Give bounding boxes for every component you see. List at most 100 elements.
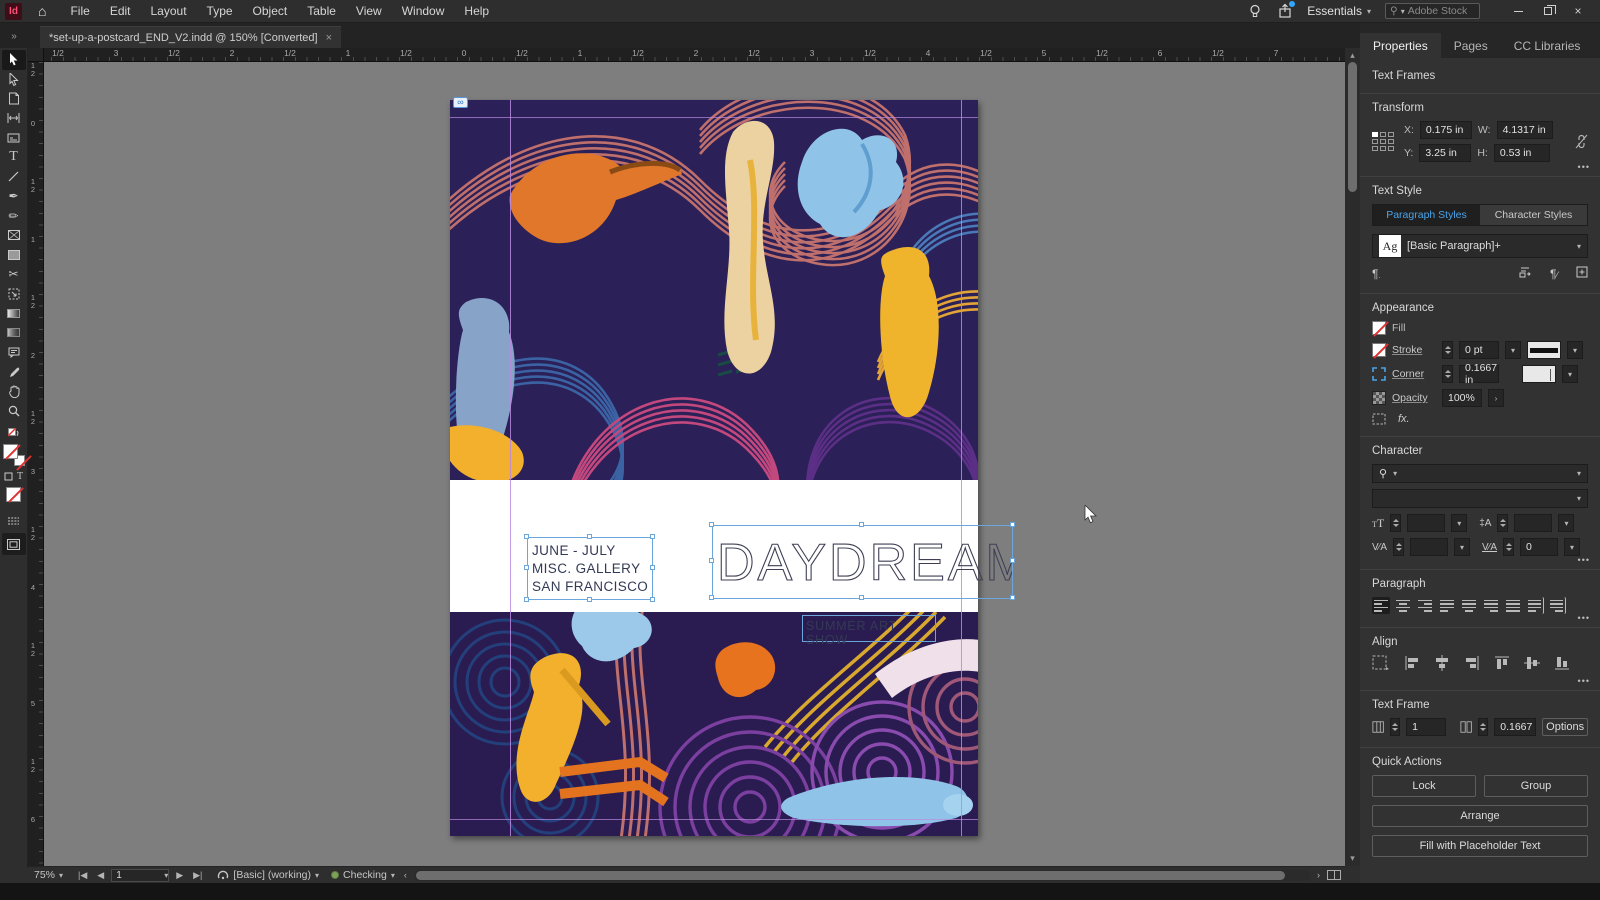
home-icon[interactable]: ⌂ <box>38 3 46 19</box>
tab-properties[interactable]: Properties <box>1360 33 1441 58</box>
stroke-label[interactable]: Stroke <box>1392 344 1436 356</box>
font-size-dropdown[interactable]: ▾ <box>1451 514 1468 532</box>
new-style-icon[interactable] <box>1576 266 1588 281</box>
paragraph-styles-tab[interactable]: Paragraph Styles <box>1373 205 1480 225</box>
fill-swatch-none[interactable] <box>2 443 18 459</box>
text-frame-dates[interactable]: JUNE - JULY MISC. GALLERY SAN FRANCISCO <box>527 537 653 600</box>
stroke-color-swatch[interactable] <box>1372 343 1386 357</box>
scroll-up-icon[interactable]: ▴ <box>1345 50 1360 61</box>
handle[interactable] <box>1010 595 1015 600</box>
rectangle-frame-tool[interactable] <box>2 226 26 246</box>
align-more-options[interactable]: ••• <box>1578 676 1590 686</box>
gradient-swatch-tool[interactable] <box>2 304 26 324</box>
handle[interactable] <box>587 597 592 602</box>
corner-style-dropdown[interactable]: ▾ <box>1562 365 1578 383</box>
selection-tool[interactable] <box>1 50 26 70</box>
window-minimize-button[interactable] <box>1504 1 1532 21</box>
kerning-stepper[interactable] <box>1393 538 1405 556</box>
pen-tool[interactable]: ✒ <box>2 187 26 207</box>
tracking-dropdown[interactable]: ▾ <box>1564 538 1581 556</box>
formatting-affects-toggle[interactable]: T <box>2 469 26 484</box>
opacity-field[interactable]: 100% <box>1442 389 1482 407</box>
horizontal-ruler[interactable]: 1/2 3 1/2 2 1/2 1 1/2 0 1/2 1 1/2 2 1/2 3 1/2 4 1/2 5 1/2 6… <box>28 48 1349 62</box>
hscroll-right-icon[interactable]: › <box>1314 870 1323 880</box>
first-page-button[interactable]: |◀ <box>75 870 90 881</box>
canvas-vertical-scrollbar[interactable]: ▴ ▾ <box>1345 48 1360 866</box>
hscroll-thumb[interactable] <box>415 870 1286 880</box>
align-vcenter-button[interactable] <box>1524 655 1540 674</box>
handle[interactable] <box>859 595 864 600</box>
align-bottom-edges-button[interactable] <box>1554 655 1570 674</box>
menu-table[interactable]: Table <box>297 0 346 23</box>
justify-center-button[interactable] <box>1460 597 1478 614</box>
corner-style-preview[interactable] <box>1522 365 1556 383</box>
justify-all-button[interactable] <box>1504 597 1522 614</box>
kerning-dropdown[interactable]: ▾ <box>1454 538 1471 556</box>
handle[interactable] <box>1010 558 1015 563</box>
line-tool[interactable] <box>2 167 26 187</box>
handle[interactable] <box>524 565 529 570</box>
pencil-tool[interactable]: ✏ <box>2 206 26 226</box>
align-left-edges-button[interactable] <box>1404 655 1420 674</box>
align-away-spine-button[interactable] <box>1548 597 1566 614</box>
preflight-status[interactable]: Checking ▾ <box>325 869 401 881</box>
effects-button[interactable]: fx. <box>1398 413 1410 425</box>
handle[interactable] <box>709 558 714 563</box>
menu-type[interactable]: Type <box>197 0 243 23</box>
prev-page-button[interactable]: ◀ <box>94 870 107 881</box>
type-tool[interactable]: T <box>2 148 26 168</box>
scissors-tool[interactable]: ✂ <box>2 265 26 285</box>
stroke-weight-field[interactable]: 0 pt <box>1459 341 1499 359</box>
frame-options-icon[interactable] <box>1372 413 1386 425</box>
hand-tool[interactable] <box>2 382 26 402</box>
preflight-menu[interactable]: [Basic] (working) ▾ <box>211 869 325 881</box>
height-field[interactable]: 0.53 in <box>1493 144 1550 162</box>
content-collector-tool[interactable] <box>2 128 26 148</box>
corner-label[interactable]: Corner <box>1392 368 1436 380</box>
rectangle-tool[interactable] <box>2 245 26 265</box>
columns-field[interactable]: 1 <box>1406 718 1447 736</box>
handle[interactable] <box>587 534 592 539</box>
fill-color-swatch[interactable] <box>1372 321 1386 335</box>
workspace-switcher[interactable]: Essentials ▾ <box>1307 4 1371 18</box>
window-close-button[interactable]: × <box>1564 1 1592 21</box>
align-center-button[interactable] <box>1394 597 1412 614</box>
align-to-dropdown[interactable] <box>1372 655 1390 674</box>
spread-view-icon[interactable] <box>1327 870 1341 880</box>
opacity-expand-button[interactable]: › <box>1488 389 1504 407</box>
last-page-button[interactable]: ▶| <box>190 870 205 881</box>
leading-field[interactable] <box>1514 514 1553 532</box>
vertical-ruler[interactable]: 1 2 0 1 2 1 1 2 2 1 2 3 1 2 4 1 2 5 1 2 6 <box>28 62 44 866</box>
align-hcenter-button[interactable] <box>1434 655 1450 674</box>
handle[interactable] <box>524 597 529 602</box>
zoom-tool[interactable] <box>2 401 26 421</box>
align-top-edges-button[interactable] <box>1494 655 1510 674</box>
arrange-button[interactable]: Arrange <box>1372 805 1588 827</box>
gradient-feather-tool[interactable] <box>2 323 26 343</box>
font-size-stepper[interactable] <box>1390 514 1402 532</box>
stroke-style-dropdown[interactable]: ▾ <box>1567 341 1583 359</box>
canvas-horizontal-scrollbar[interactable] <box>413 869 1310 881</box>
tab-cc-libraries[interactable]: CC Libraries <box>1501 33 1594 58</box>
align-right-button[interactable] <box>1416 597 1434 614</box>
menu-layout[interactable]: Layout <box>141 0 197 23</box>
paragraph-style-dropdown[interactable]: Ag [Basic Paragraph]+ ▾ <box>1372 234 1588 258</box>
justify-right-button[interactable] <box>1482 597 1500 614</box>
window-restore-button[interactable] <box>1534 1 1562 21</box>
direct-selection-tool[interactable] <box>2 70 26 90</box>
handle[interactable] <box>650 565 655 570</box>
vscroll-thumb[interactable] <box>1348 62 1357 192</box>
tracking-field[interactable]: 0 <box>1520 538 1559 556</box>
note-tool[interactable] <box>2 343 26 363</box>
text-frame-title[interactable]: DAYDREAM <box>712 525 1013 599</box>
handle[interactable] <box>1010 522 1015 527</box>
tab-pages[interactable]: Pages <box>1441 33 1501 58</box>
align-right-edges-button[interactable] <box>1464 655 1480 674</box>
menu-file[interactable]: File <box>60 0 99 23</box>
handle[interactable] <box>709 522 714 527</box>
handle[interactable] <box>709 595 714 600</box>
align-toward-spine-button[interactable] <box>1526 597 1544 614</box>
font-family-dropdown[interactable]: ⚲ ▾ ▾ <box>1372 464 1588 483</box>
screen-mode-button[interactable] <box>1 533 26 555</box>
kerning-field[interactable] <box>1410 538 1449 556</box>
